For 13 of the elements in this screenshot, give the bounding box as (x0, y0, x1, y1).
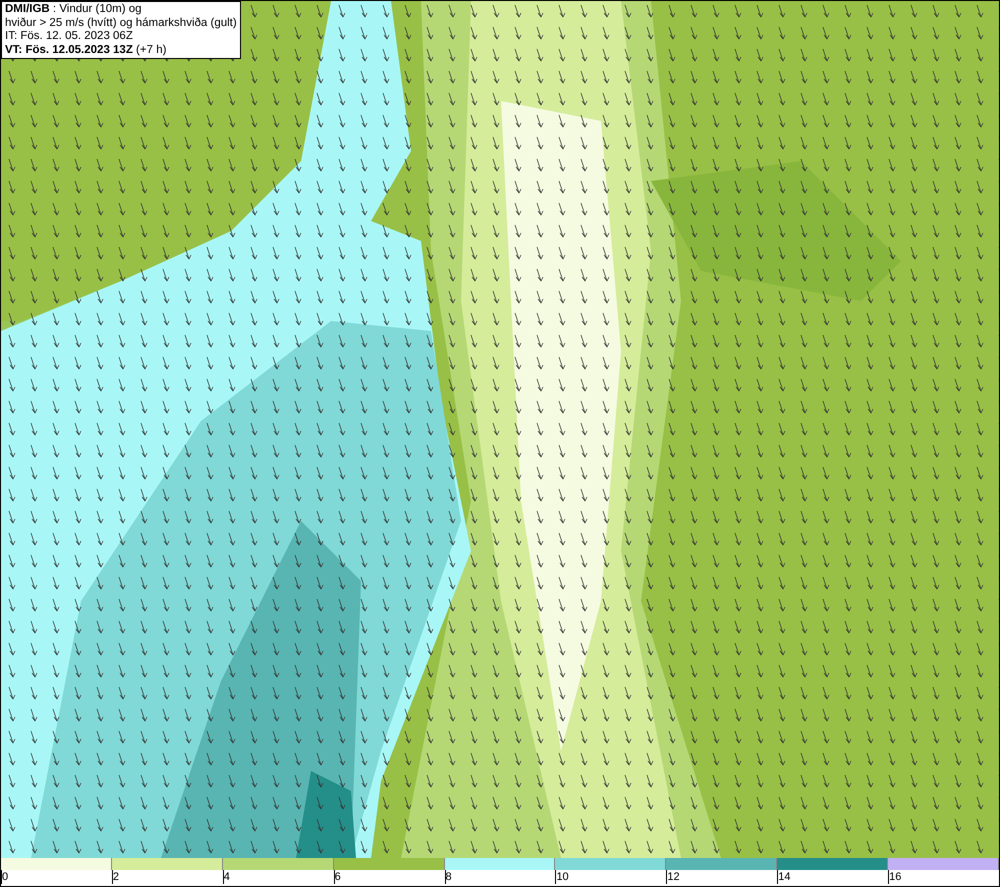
info-text: VT: Fös. 12.05.2023 13Z (+7 h) (5, 44, 168, 57)
legend-label: 4 (222, 870, 230, 884)
legend-label: 8 (444, 870, 452, 884)
legend-label: 10 (555, 870, 569, 884)
info-text: DMI/IGB : Vindur (10m) og (5, 3, 143, 16)
legend-label: 6 (334, 870, 341, 884)
legend-label: 12 (666, 870, 680, 884)
legend-label: 0 (1, 870, 8, 884)
info-text: hviður > 25 m/s (hvítt) og hámarkshviða (gult) (5, 16, 237, 30)
legend-label: 16 (888, 870, 902, 884)
info-text: IT: Fös. 12. 05. 2023 06Z (5, 30, 134, 44)
legend-label: 2 (112, 870, 119, 884)
legend-label: 14 (777, 870, 790, 884)
